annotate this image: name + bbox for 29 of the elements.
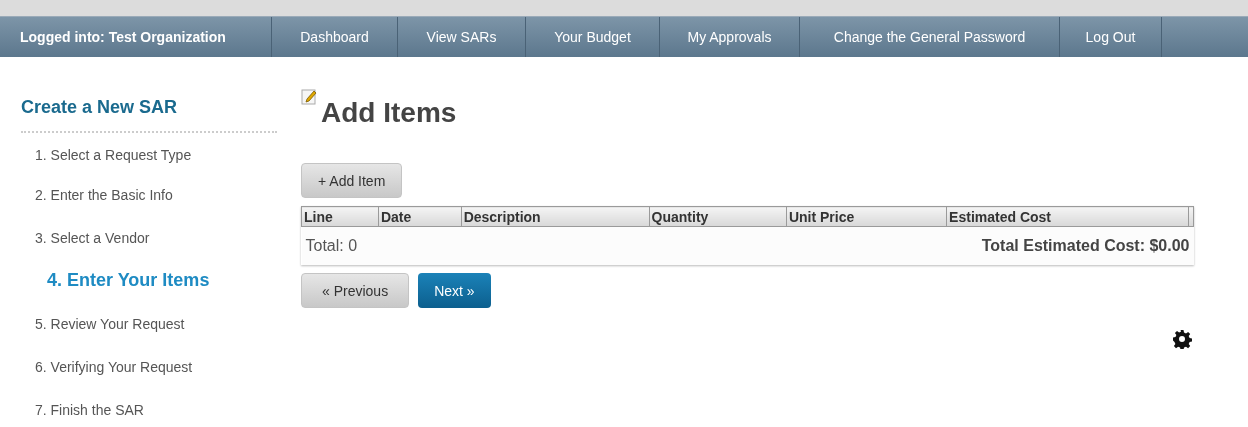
- nav-link[interactable]: Your Budget: [526, 17, 660, 57]
- total-count: Total: 0: [301, 226, 650, 265]
- next-button[interactable]: Next »: [418, 273, 491, 308]
- settings-icon[interactable]: [1172, 329, 1192, 349]
- step-link[interactable]: 6. Verifying Your Request: [35, 358, 193, 375]
- step-link[interactable]: 1. Select a Request Type: [35, 147, 192, 163]
- step-link[interactable]: 2. Enter the Basic Info: [35, 186, 173, 203]
- nav-link[interactable]: Dashboard: [272, 17, 398, 57]
- organization-label: Logged into: Test Organization: [0, 17, 272, 57]
- nav-link[interactable]: View SARs: [398, 17, 526, 57]
- nav-link[interactable]: Change the General Password: [800, 17, 1060, 57]
- nav-link[interactable]: My Approvals: [660, 17, 800, 57]
- nav-link[interactable]: Log Out: [1060, 17, 1162, 57]
- column-header: Estimated Cost: [946, 206, 1189, 227]
- step-link[interactable]: 7. Finish the SAR: [35, 401, 144, 418]
- previous-button[interactable]: « Previous: [301, 273, 410, 308]
- column-header: Date: [378, 206, 462, 227]
- add-item-button[interactable]: + Add Item: [301, 163, 403, 198]
- step-link[interactable]: 4. Enter Your Items: [47, 270, 210, 291]
- column-header: Line: [301, 206, 379, 227]
- pencil-note-icon: [301, 87, 319, 105]
- column-header: Quantity: [649, 206, 787, 227]
- column-header: Description: [461, 206, 650, 227]
- total-estimated-cost: Total Estimated Cost: $0.00: [649, 226, 1194, 265]
- column-header: Unit Price: [786, 206, 947, 227]
- step-link[interactable]: 3. Select a Vendor: [35, 229, 150, 246]
- sidebar-title: Create a New SAR: [21, 97, 277, 133]
- step-link[interactable]: 5. Review Your Request: [35, 315, 185, 332]
- page-title: Add Items: [321, 97, 457, 129]
